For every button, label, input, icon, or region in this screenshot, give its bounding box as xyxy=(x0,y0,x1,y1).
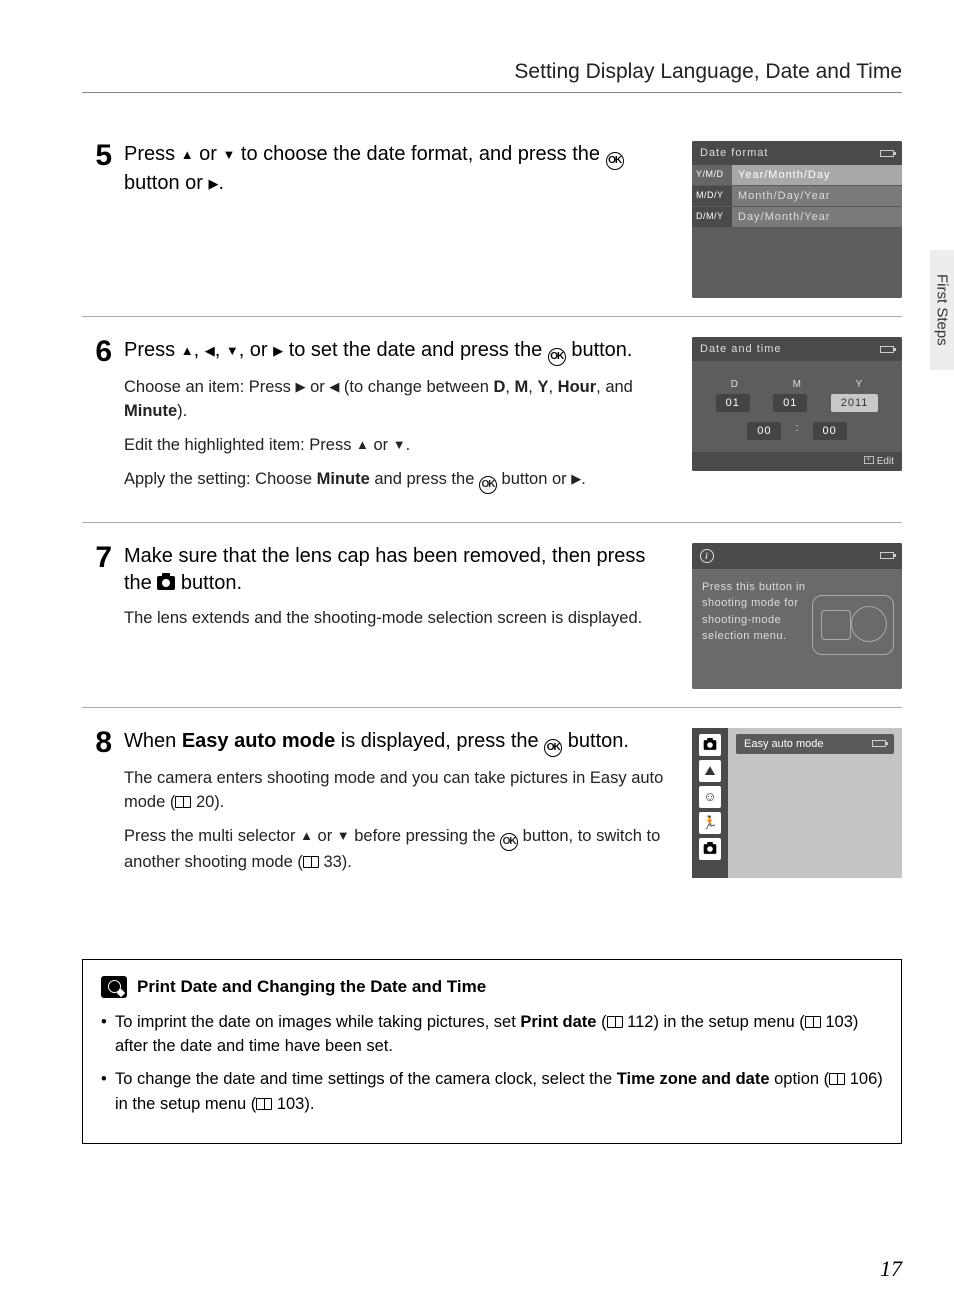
step7-instruction: Make sure that the lens cap has been rem… xyxy=(124,543,674,597)
divider xyxy=(82,707,902,708)
book-icon xyxy=(829,1073,845,1085)
step7-screen: i Press this button in shooting mode for… xyxy=(692,543,902,689)
left-icon xyxy=(205,339,215,361)
step8-instruction: When Easy auto mode is displayed, press … xyxy=(124,728,674,757)
edit-icon xyxy=(864,456,874,464)
battery-icon xyxy=(880,552,894,559)
info-message: Press this button in shooting mode for s… xyxy=(702,579,812,645)
down-icon xyxy=(222,143,235,165)
page-header: Setting Display Language, Date and Time xyxy=(82,60,902,93)
step6-sub3: Apply the setting: Choose Minute and pre… xyxy=(124,468,674,494)
manual-page: Setting Display Language, Date and Time … xyxy=(0,0,954,1314)
battery-icon xyxy=(872,740,886,747)
auto-mode-icon xyxy=(699,838,721,860)
book-icon xyxy=(805,1016,821,1028)
divider xyxy=(82,522,902,523)
step6-screen: Date and time DMY 01012011 00:00 Edit xyxy=(692,337,902,504)
down-icon xyxy=(393,436,406,454)
down-icon xyxy=(226,339,239,361)
step-number: 7 xyxy=(82,543,112,689)
step8-sub1: The camera enters shooting mode and you … xyxy=(124,767,674,815)
page-number: 17 xyxy=(880,1256,902,1282)
step8-screen: ⛰ ☺ 🏃 Easy auto mode xyxy=(692,728,902,885)
note-bullet-2: To change the date and time settings of … xyxy=(101,1067,883,1117)
hour-value: 00 xyxy=(747,422,781,440)
mode-label: Easy auto mode xyxy=(744,738,824,750)
battery-icon xyxy=(880,346,894,353)
book-icon xyxy=(175,796,191,808)
step5-screen: Date format Y/M/DYear/Month/Day M/D/YMon… xyxy=(692,141,902,298)
mode-sidebar: ⛰ ☺ 🏃 xyxy=(692,728,728,878)
battery-icon xyxy=(880,150,894,157)
book-icon xyxy=(607,1016,623,1028)
up-icon xyxy=(181,143,194,165)
right-icon xyxy=(273,339,283,361)
menu-row-dmy: D/M/YDay/Month/Year xyxy=(692,207,902,228)
menu-row-mdy: M/D/YMonth/Day/Year xyxy=(692,186,902,207)
step-7: 7 Make sure that the lens cap has been r… xyxy=(82,527,902,703)
ok-icon xyxy=(544,739,562,757)
side-tab-label: First Steps xyxy=(934,274,951,346)
ok-icon xyxy=(606,152,624,170)
info-icon: i xyxy=(700,549,714,563)
step5-instruction: Press or to choose the date format, and … xyxy=(124,141,674,197)
note-box: Print Date and Changing the Date and Tim… xyxy=(82,959,902,1144)
up-icon xyxy=(181,339,194,361)
ok-icon xyxy=(479,476,497,494)
scene-mode-icon: ⛰ xyxy=(699,760,721,782)
step-number: 6 xyxy=(82,337,112,504)
right-icon xyxy=(296,378,306,396)
month-value: 01 xyxy=(773,394,807,412)
book-icon xyxy=(256,1098,272,1110)
step8-sub2: Press the multi selector or before press… xyxy=(124,825,674,875)
section-title: Setting Display Language, Date and Time xyxy=(82,60,902,84)
note-badge-icon xyxy=(101,976,127,998)
step7-sub: The lens extends and the shooting-mode s… xyxy=(124,607,674,631)
menu-row-ymd: Y/M/DYear/Month/Day xyxy=(692,165,902,186)
book-icon xyxy=(303,856,319,868)
step6-instruction: Press , , , or to set the date and press… xyxy=(124,337,674,366)
up-icon xyxy=(300,827,313,845)
step-6: 6 Press , , , or to set the date and pre… xyxy=(82,321,902,518)
camera-outline-icon xyxy=(812,595,894,655)
step6-sub1: Choose an item: Press or (to change betw… xyxy=(124,376,674,424)
camera-icon xyxy=(157,576,175,590)
down-icon xyxy=(337,827,350,845)
ok-icon xyxy=(500,833,518,851)
easy-auto-mode-icon xyxy=(699,734,721,756)
ok-icon xyxy=(548,348,566,366)
step-5: 5 Press or to choose the date format, an… xyxy=(82,125,902,312)
right-icon xyxy=(209,172,219,194)
year-value: 2011 xyxy=(831,394,879,412)
minute-value: 00 xyxy=(813,422,847,440)
step-number: 5 xyxy=(82,141,112,298)
side-tab: First Steps xyxy=(930,250,954,370)
up-icon xyxy=(356,436,369,454)
sport-mode-icon: 🏃 xyxy=(699,812,721,834)
left-icon xyxy=(329,378,339,396)
step-8: 8 When Easy auto mode is displayed, pres… xyxy=(82,712,902,899)
smart-portrait-icon: ☺ xyxy=(699,786,721,808)
screen-title: Date and time xyxy=(700,343,781,355)
right-icon xyxy=(571,470,581,488)
note-title: Print Date and Changing the Date and Tim… xyxy=(101,976,883,998)
day-value: 01 xyxy=(716,394,750,412)
screen-title: Date format xyxy=(700,147,768,159)
step6-sub2: Edit the highlighted item: Press or . xyxy=(124,434,674,458)
note-bullet-1: To imprint the date on images while taki… xyxy=(101,1010,883,1060)
step-number: 8 xyxy=(82,728,112,885)
divider xyxy=(82,316,902,317)
